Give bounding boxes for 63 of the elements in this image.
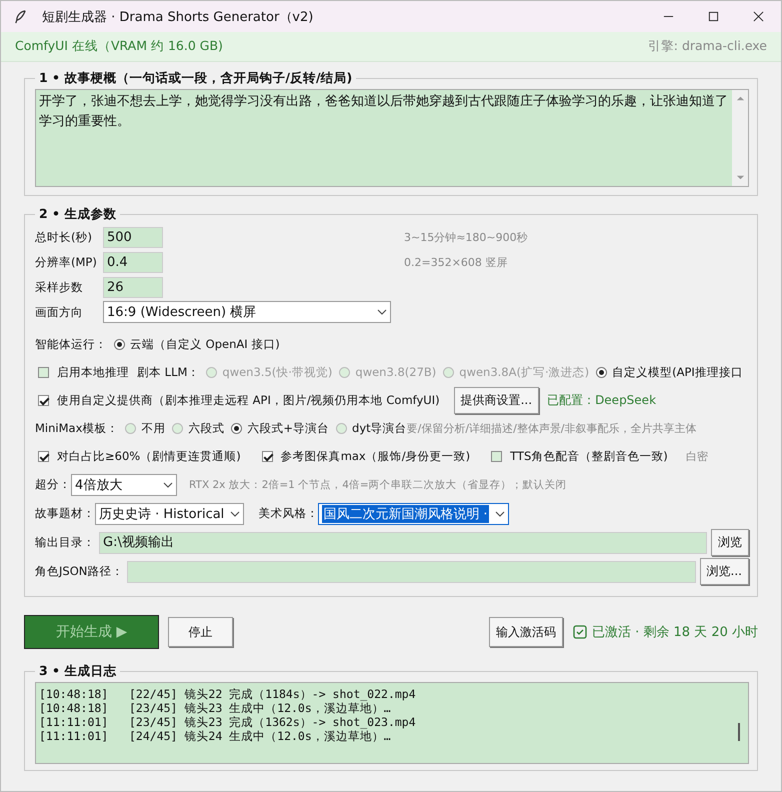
checkbox-option[interactable]: 参考图保真max（服饰/身份更一致) xyxy=(262,448,470,464)
hint-text: 3~15分钟≈180~900秒 xyxy=(404,230,528,244)
radio-option[interactable]: 自定义模型(API推理接口 xyxy=(596,364,743,380)
art-style-dropdown[interactable]: 国风二次元新国潮风格说明 · xyxy=(318,502,509,524)
activation-code-button[interactable]: 输入激活码 xyxy=(488,617,563,647)
hint-text: 白密 xyxy=(686,448,708,464)
feather-icon xyxy=(13,9,28,24)
chevron-icon xyxy=(230,510,240,516)
upscale-label: 超分： xyxy=(35,477,71,492)
provider-status: 已配置：DeepSeek xyxy=(547,392,656,408)
group-title: 3 • 生成日志 xyxy=(38,663,118,680)
log-line: [10:48:18] [23/45] 镜头23 生成中（12.0s，溪边草地）… xyxy=(39,701,391,715)
radio-option[interactable]: 六段式 xyxy=(172,420,224,436)
log-line: [10:48:18] [22/45] 镜头22 完成（1184s）-> shot_022.mp4 xyxy=(39,687,416,701)
checkbox-option[interactable]: 启用本地推理 xyxy=(38,364,129,380)
radio-option[interactable]: dyt导演台 xyxy=(336,420,407,436)
story-text: 开学了，张迪不想去上学，她觉得学习没有出路，爸爸知道以后带她穿越到古代跟随庄子体验学习的乐趣，让张迪知道了学习的重要性。 xyxy=(38,93,729,131)
scrollbar-thumb[interactable] xyxy=(738,723,740,741)
chevron-icon xyxy=(377,309,387,315)
browse-button[interactable]: 浏览... xyxy=(700,558,749,585)
radio-option[interactable]: 云端（自定义 OpenAI 接口) xyxy=(114,336,280,352)
input-field[interactable]: 26 xyxy=(103,276,163,298)
radio-option[interactable]: 不用 xyxy=(125,420,166,436)
activation-status: 已激活 · 剩余 18 天 20 小时 xyxy=(592,624,758,641)
story-text-area[interactable]: 开学了，张迪不想去上学，她觉得学习没有出路，爸爸知道以后带她穿越到古代跟随庄子体验学习的乐趣，让张迪知道了学习的重要性。 xyxy=(35,89,749,187)
agent-label: 智能体运行： xyxy=(35,336,107,352)
group-title: 2 • 生成参数 xyxy=(38,206,118,223)
chevron-icon xyxy=(494,510,505,516)
input-field[interactable]: 0.4 xyxy=(103,252,163,272)
engine-label: 引擎: drama-cli.exe xyxy=(648,38,767,55)
stop-button[interactable]: 停止 xyxy=(168,617,233,647)
log-line: [11:11:01] [24/45] 镜头24 生成中（12.0s，溪边草地）… xyxy=(39,729,391,743)
window-title: 短剧生成器 · Drama Shorts Generator（v2) xyxy=(42,8,314,26)
output-dir-field[interactable]: G:\视频输出 xyxy=(99,532,707,554)
theme-label: 故事题材： xyxy=(35,506,95,521)
field-label: 采样步数 xyxy=(35,280,84,294)
scroll-up-icon[interactable] xyxy=(736,94,744,103)
theme-dropdown[interactable]: 历史史诗 · Historical xyxy=(95,502,244,524)
radio-option[interactable]: 六段式+导演台 xyxy=(231,420,330,436)
group-title: 1 • 故事梗概（一句话或一段，含开局钩子/反转/结局) xyxy=(38,70,354,87)
hint-text: 0.2=352×608 竖屏 xyxy=(404,254,508,270)
art-style-label: 美术风格： xyxy=(258,506,318,521)
checkbox-option[interactable]: 对白占比≥60%（剧情更连贯通顺) xyxy=(38,448,241,464)
checkbox-option[interactable]: TTS角色配音（整剧音色一致) xyxy=(491,448,668,464)
output-dir-label: 输出目录： xyxy=(35,535,95,550)
chevron-icon xyxy=(163,482,173,488)
log-line: [11:11:01] [23/45] 镜头23 完成（1362s）-> shot_023.mp4 xyxy=(39,715,416,729)
field-label: 分辨率(MP) xyxy=(35,254,98,270)
llm-label: 剧本 LLM： xyxy=(137,364,200,380)
provider-settings-button[interactable]: 提供商设置... xyxy=(454,386,540,414)
orientation-dropdown[interactable]: 16:9 (Widescreen) 横屏 xyxy=(103,301,391,323)
character-json-label: 角色JSON路径： xyxy=(35,564,124,579)
hint-text: 要/保留分析/详细描述/整体声景/非叙事配乐，全片共享主体 xyxy=(406,420,696,436)
field-label: 画面方向 xyxy=(35,304,84,320)
upscale-dropdown[interactable]: 4倍放大 xyxy=(71,474,177,496)
browse-button[interactable]: 浏览 xyxy=(711,529,749,556)
input-field[interactable]: 500 xyxy=(103,226,163,248)
checkbox-option[interactable]: 使用自定义提供商（剧本推理走远程 API，图片/视频仍用本地 ComfyUI) xyxy=(38,392,440,408)
hint-text: RTX 2x 放大：2倍=1 个节点，4倍=两个串联二次放大（省显存）；默认关闭 xyxy=(189,478,567,492)
minimax-label: MiniMax模板： xyxy=(35,420,118,436)
comfyui-status: ComfyUI 在线（VRAM 约 16.0 GB) xyxy=(15,38,223,55)
field-label: 总时长(秒) xyxy=(35,230,93,244)
scroll-down-icon[interactable] xyxy=(736,173,744,182)
